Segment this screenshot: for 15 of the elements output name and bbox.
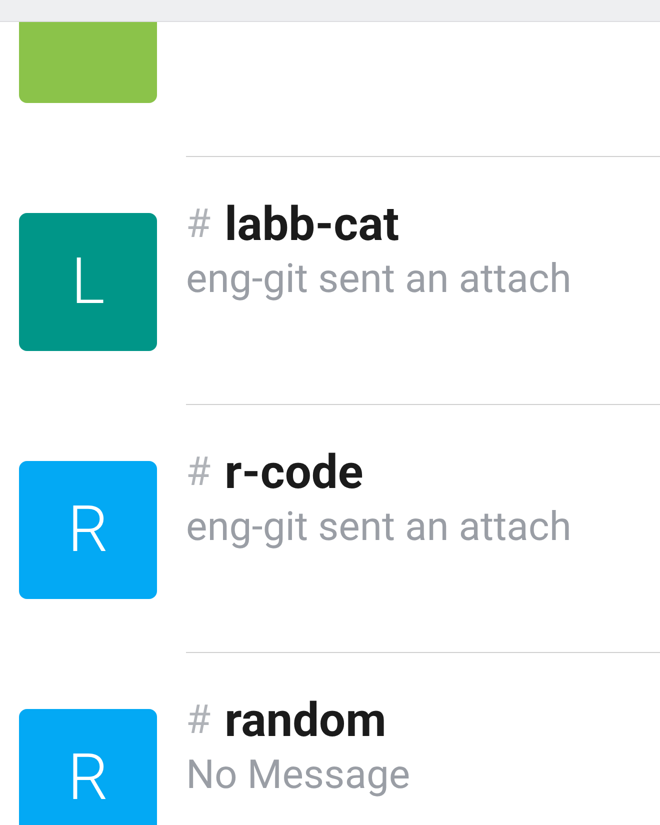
hash-icon: # (186, 690, 211, 750)
channel-row[interactable]: R # random No Message (0, 653, 660, 825)
channel-name: r-code (224, 448, 364, 496)
channel-name: labb-cat (224, 200, 400, 248)
message-preview: eng-git sent an attach (186, 502, 572, 552)
avatar: R (19, 709, 157, 825)
hash-icon: # (186, 194, 211, 254)
avatar: R (19, 461, 157, 599)
message-preview: eng-git sent an attach (186, 254, 572, 304)
channel-row[interactable]: R # r-code eng-git sent an attach (0, 405, 660, 652)
channel-name: random (224, 696, 386, 744)
message-preview: No Message (186, 750, 410, 800)
hash-icon: # (186, 442, 211, 502)
channel-row[interactable]: L # labb-cat eng-git sent an attach (0, 157, 660, 404)
avatar: L (19, 213, 157, 351)
